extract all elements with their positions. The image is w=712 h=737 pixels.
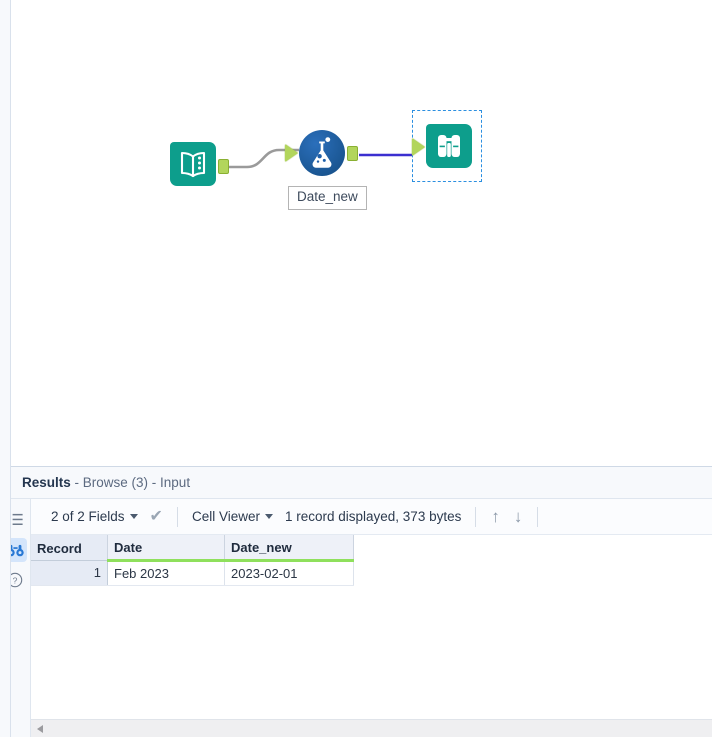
toolbar-separator-2 [475,506,477,527]
formula-input-anchor[interactable] [285,144,298,162]
svg-text:?: ? [13,575,18,585]
open-book-icon [180,151,206,178]
table-row[interactable]: 1 Feb 2023 2023-02-01 [31,560,354,586]
input-output-anchor[interactable] [218,159,229,174]
workflow-canvas-surface[interactable]: Date_new [11,0,712,466]
chevron-down-icon [129,514,138,519]
fields-dropdown[interactable]: 2 of 2 Fields [45,505,144,529]
table-header-row: Record Date Date_new [31,535,354,562]
cell-date[interactable]: Feb 2023 [107,560,225,586]
scrollbar-left-arrow[interactable] [31,720,48,737]
alteryx-designer-window: Date_new Results - Browse (3) - Input ? … [0,0,712,737]
column-header-date[interactable]: Date [107,535,225,562]
results-grid-container[interactable]: Record Date Date_new 1 Feb 2023 2023-02-… [31,535,712,719]
apply-fields-button[interactable]: ✔ [144,505,169,529]
formula-tool-body[interactable] [299,130,345,176]
formula-annotation-label: Date_new [288,186,367,210]
cell-record: 1 [31,560,108,586]
results-subtitle: - Browse (3) - Input [70,475,191,490]
cell-date-new[interactable]: 2023-02-01 [224,560,354,586]
chevron-left-icon [36,724,43,733]
results-panel: Results - Browse (3) - Input ? 2 of 2 Fi… [0,466,712,737]
tool-formula[interactable] [285,130,358,176]
results-toolbar: 2 of 2 Fields ✔ Cell Viewer 1 record dis… [31,499,712,535]
record-status: 1 record displayed, 373 bytes [279,505,467,529]
results-title: Results [22,475,71,490]
column-header-date-new[interactable]: Date_new [224,535,354,562]
connection-wires [223,148,413,169]
toolbar-separator [176,506,178,527]
scroll-up-button[interactable]: ↑ [484,508,507,525]
results-main: 2 of 2 Fields ✔ Cell Viewer 1 record dis… [31,499,712,737]
left-gutter [0,0,11,737]
input-data-tool-body[interactable] [170,142,216,186]
chevron-down-icon [264,514,273,519]
check-icon: ✔ [149,507,163,525]
view-mode-label: Cell Viewer [191,509,260,524]
record-status-label: 1 record displayed, 373 bytes [284,509,462,524]
results-body: ? 2 of 2 Fields ✔ Cell Viewer 1 record d… [0,499,712,737]
tool-input-data[interactable] [170,142,229,188]
toolbar-separator-3 [537,506,539,527]
results-grid: Record Date Date_new 1 Feb 2023 2023-02-… [31,535,354,586]
horizontal-scrollbar[interactable] [31,719,712,737]
view-mode-dropdown[interactable]: Cell Viewer [186,505,279,529]
formula-output-anchor[interactable] [347,146,358,161]
fields-dropdown-label: 2 of 2 Fields [51,509,125,524]
flask-icon [312,137,332,168]
browse-tool-body[interactable] [426,124,472,168]
results-panel-header: Results - Browse (3) - Input [0,467,712,499]
column-header-record[interactable]: Record [31,535,108,561]
browse-input-anchor[interactable] [412,138,425,156]
scroll-down-button[interactable]: ↓ [507,508,530,525]
tool-browse[interactable] [412,124,472,170]
binoculars-icon [438,135,460,157]
workflow-canvas[interactable]: Date_new [0,0,712,466]
